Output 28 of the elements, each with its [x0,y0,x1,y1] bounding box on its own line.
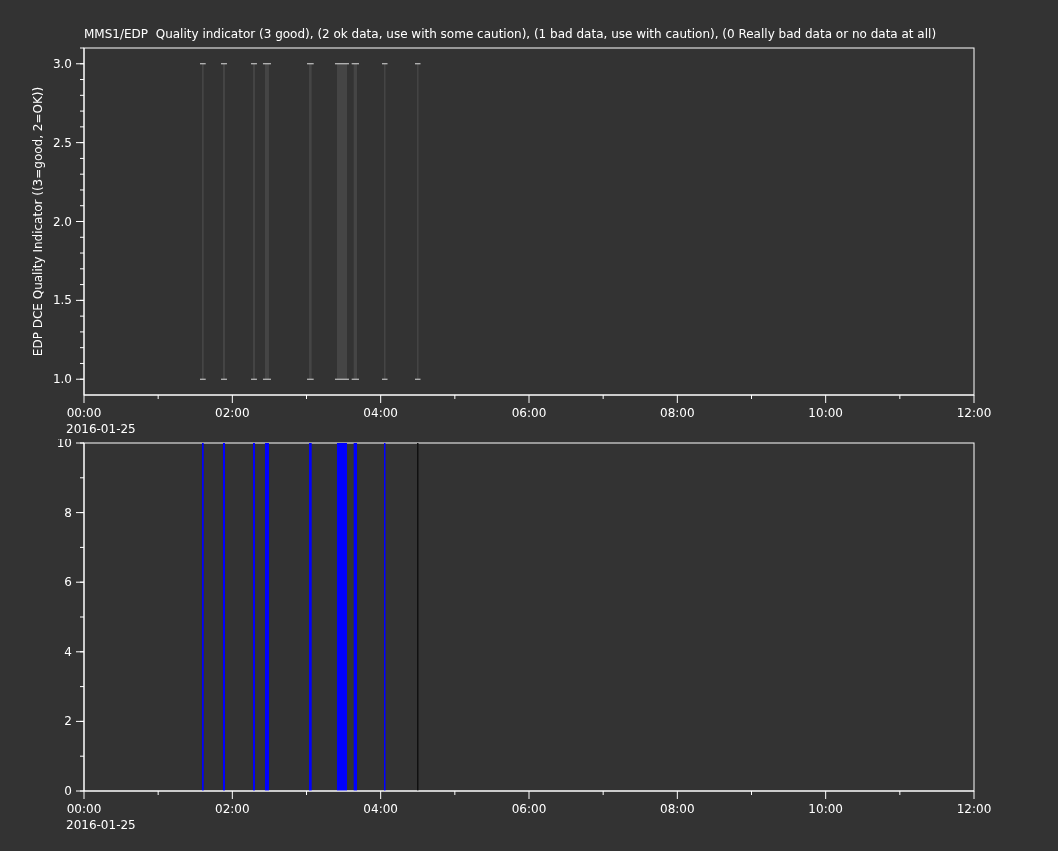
tick-label: 2.0 [52,214,72,229]
tick-label: 06:00 [511,406,547,420]
tick-label: 2 [64,714,72,729]
tick-label: 12:00 [956,406,992,420]
tick-label: 4 [64,644,72,659]
tick-label: 06:00 [511,802,547,816]
tick-label: 04:00 [363,802,398,816]
tick-label: 08:00 [660,406,695,420]
tick-label: 1.5 [52,293,72,308]
tick-label: 3.0 [52,56,72,71]
tick-label: 12:00 [956,802,992,816]
axis-title: EDP DCE Quality Indicator ((3=good, 2=OK)) [31,86,45,357]
date-label: 2016-01-25 [66,818,136,832]
tick-label: 8 [64,505,72,520]
tick-label: 02:00 [215,406,250,420]
tick-label: 10:00 [808,406,843,420]
tick-label: 04:00 [363,406,398,420]
tick-label: 2.5 [52,135,72,150]
tick-label: 00:00 [66,802,102,816]
tick-label: 00:00 [66,406,102,420]
date-label: 2016-01-25 [66,422,136,436]
tick-label: 08:00 [660,802,695,816]
tick-label: 6 [64,575,72,590]
tick-label: 0 [64,784,72,798]
tick-label: 02:00 [215,802,250,816]
tick-label: 10:00 [808,802,843,816]
tick-label: 1.0 [52,372,72,387]
plot-title: MMS1/EDP Quality indicator (3 good), (2 ok data, use with some caution), (1 bad data, use with caution), (0 Really bad data or no data at all) [83,26,938,43]
